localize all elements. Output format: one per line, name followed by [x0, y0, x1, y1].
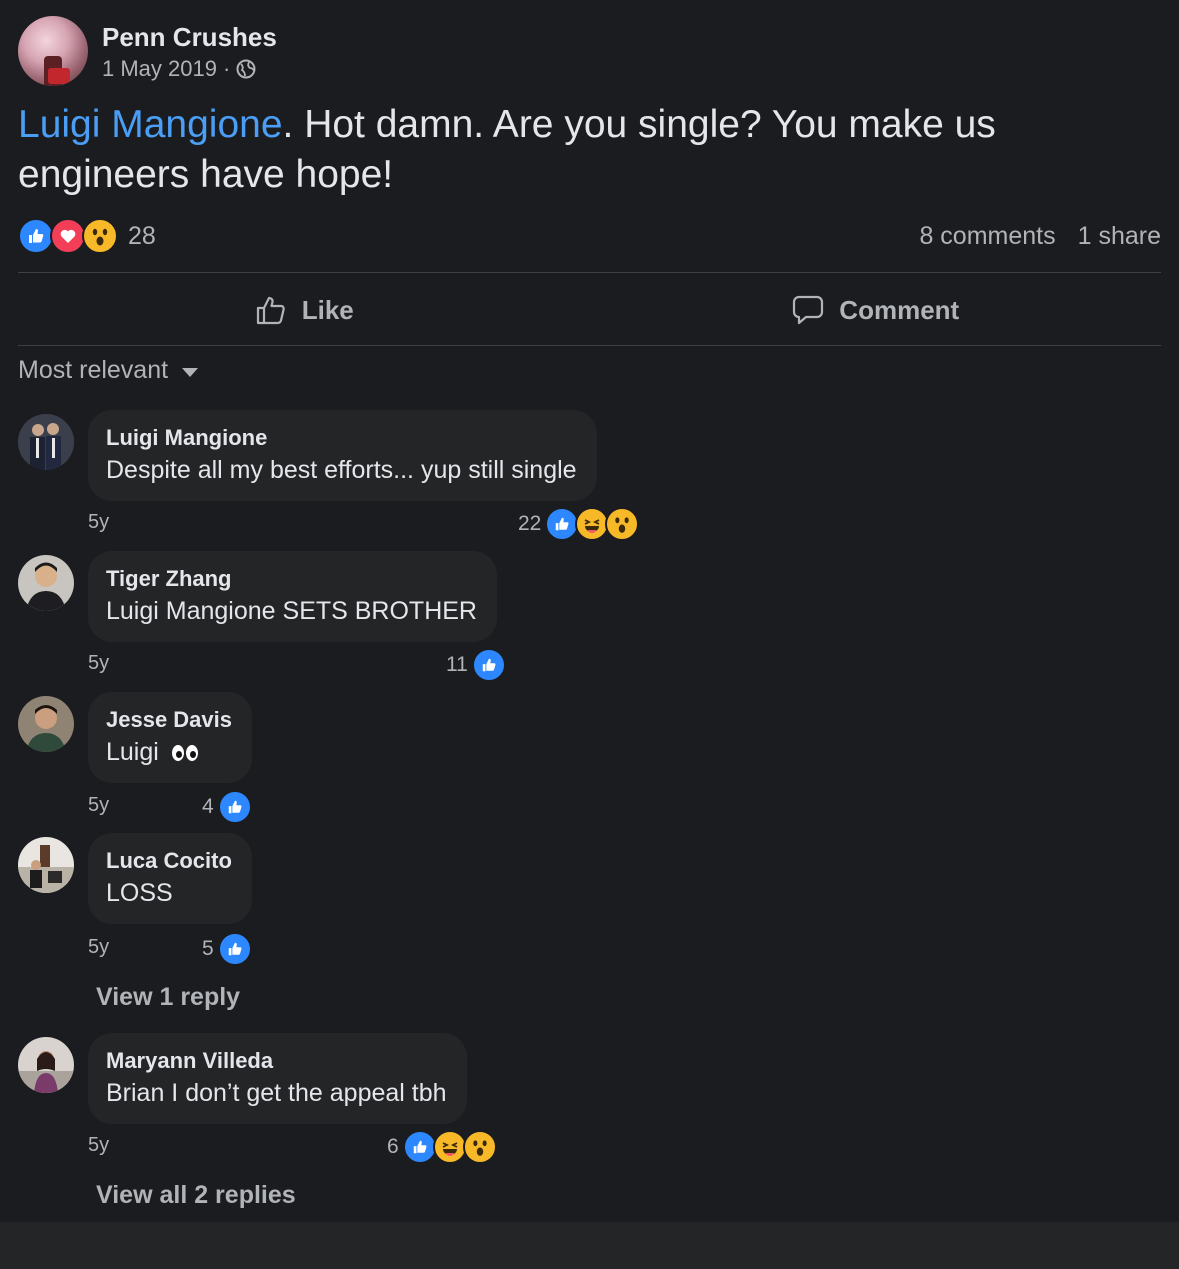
comment-reaction-count: 5 — [202, 937, 214, 960]
comment-reactions[interactable]: 5 — [202, 932, 252, 966]
comment-author[interactable]: Jesse Davis — [106, 705, 232, 735]
reaction-count: 28 — [128, 221, 156, 250]
comment-bubble: Luigi Mangione Despite all my best effor… — [88, 410, 597, 501]
comment-reaction-count: 6 — [387, 1135, 399, 1158]
like-reaction-icon — [217, 932, 252, 966]
comment-label: Comment — [839, 294, 960, 325]
comment-bubble: Maryann Villeda Brian I don’t get the ap… — [88, 1033, 467, 1124]
haha-reaction-icon — [432, 1130, 467, 1164]
caret-down-icon — [182, 368, 199, 377]
comment-reaction-count: 22 — [518, 512, 542, 535]
comment-reaction-count: 11 — [446, 653, 468, 676]
love-reaction-icon — [50, 218, 86, 254]
comment-reactions[interactable]: 6 — [387, 1130, 497, 1164]
page-avatar[interactable] — [18, 16, 88, 86]
like-reaction-icon — [18, 218, 54, 254]
comment-timestamp[interactable]: 5y — [88, 1134, 109, 1157]
avatar[interactable] — [18, 696, 74, 752]
comment-button[interactable]: Comment — [590, 274, 1162, 346]
avatar[interactable] — [18, 1037, 74, 1093]
globe-icon — [236, 59, 256, 79]
avatar[interactable] — [18, 414, 74, 470]
comment-reaction-count: 4 — [202, 795, 214, 818]
comment-bubble: Tiger Zhang Luigi Mangione SETS BROTHER — [88, 551, 497, 642]
post-mention-link[interactable]: Luigi Mangione — [18, 103, 283, 146]
comment-timestamp[interactable]: 5y — [88, 936, 109, 959]
comment-timestamp[interactable]: 5y — [88, 794, 109, 817]
post-header: Penn Crushes 1 May 2019 · — [18, 16, 277, 86]
view-replies-link[interactable]: View all 2 replies — [96, 1181, 296, 1210]
like-reaction-icon — [402, 1130, 437, 1164]
comment-text: Luigi — [106, 738, 159, 766]
comment-author[interactable]: Maryann Villeda — [106, 1046, 447, 1076]
comment-author[interactable]: Luigi Mangione — [106, 423, 577, 453]
comment-bubble-icon — [793, 295, 824, 325]
reactions-summary-button[interactable]: 28 — [18, 218, 156, 254]
comment-text: Luigi Mangione SETS BROTHER — [106, 597, 477, 625]
comment-reactions[interactable]: 11 — [446, 648, 506, 682]
divider — [18, 345, 1161, 346]
reaction-summary: 28 8 comments 1 share — [18, 216, 1161, 256]
comment-reactions[interactable]: 22 — [518, 507, 640, 541]
comment-bubble: Luca Cocito LOSS — [88, 833, 252, 924]
comment-author[interactable]: Luca Cocito — [106, 846, 232, 876]
eyes-emoji-icon — [171, 745, 198, 762]
sort-label: Most relevant — [18, 356, 169, 384]
action-bar: Like Comment — [18, 274, 1161, 346]
comment-reactions[interactable]: 4 — [202, 790, 252, 824]
comment-text: Despite all my best efforts... yup still… — [106, 456, 577, 484]
post-text: Luigi Mangione. Hot damn. Are you single… — [18, 100, 1148, 200]
like-button[interactable]: Like — [18, 274, 590, 346]
wow-reaction-icon — [82, 218, 118, 254]
haha-reaction-icon — [575, 507, 610, 541]
avatar[interactable] — [18, 837, 74, 893]
wow-reaction-icon — [462, 1130, 497, 1164]
comment-sort-dropdown[interactable]: Most relevant — [18, 356, 199, 385]
post-meta: 1 May 2019 · — [102, 56, 277, 82]
comment-text: Brian I don’t get the appeal tbh — [106, 1079, 447, 1107]
like-reaction-icon — [471, 648, 506, 682]
avatar[interactable] — [18, 555, 74, 611]
divider — [18, 272, 1161, 273]
comment-author[interactable]: Tiger Zhang — [106, 564, 477, 594]
post-date[interactable]: 1 May 2019 — [102, 56, 217, 82]
like-label: Like — [301, 294, 354, 325]
like-reaction-icon — [217, 790, 252, 824]
page-name[interactable]: Penn Crushes — [102, 20, 277, 54]
like-reaction-icon — [545, 507, 580, 541]
comment-timestamp[interactable]: 5y — [88, 652, 109, 675]
comment-bubble: Jesse Davis Luigi — [88, 692, 252, 783]
comment-text: LOSS — [106, 879, 173, 907]
comment-text-row: Luigi — [106, 735, 232, 769]
comments-count-link[interactable]: 8 comments — [919, 222, 1055, 251]
meta-separator: · — [222, 56, 231, 81]
wow-reaction-icon — [605, 507, 640, 541]
comment-timestamp[interactable]: 5y — [88, 511, 109, 534]
shares-count-link[interactable]: 1 share — [1078, 222, 1161, 251]
thumbs-up-icon — [256, 296, 285, 325]
bottom-band — [0, 1222, 1179, 1269]
view-replies-link[interactable]: View 1 reply — [96, 983, 240, 1012]
